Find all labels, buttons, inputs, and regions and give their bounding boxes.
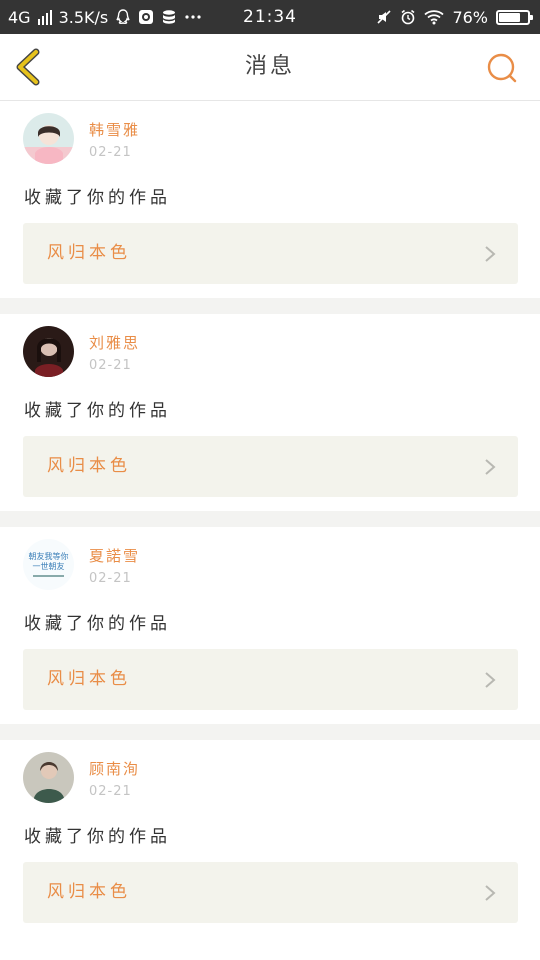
divider <box>0 298 540 314</box>
app-header: 消息 <box>0 34 540 101</box>
list-item: 韩雪雅 02-21 收藏了你的作品 风归本色 <box>0 101 540 298</box>
list-item: 朝友我等你一世朝友 夏諾雪 02-21 收藏了你的作品 风归本色 <box>0 527 540 724</box>
battery-percent: 76% <box>452 7 488 27</box>
message-date: 02-21 <box>89 358 132 373</box>
work-link[interactable]: 风归本色 <box>23 436 518 497</box>
work-link[interactable]: 风归本色 <box>23 649 518 710</box>
list-item: 刘雅思 02-21 收藏了你的作品 风归本色 <box>0 314 540 511</box>
chevron-right-icon <box>485 459 496 475</box>
work-link[interactable]: 风归本色 <box>23 862 518 923</box>
list-item: 顾南洵 02-21 收藏了你的作品 风归本色 <box>0 740 540 937</box>
search-button[interactable] <box>486 52 518 84</box>
wifi-icon <box>424 10 445 25</box>
avatar[interactable]: 朝友我等你一世朝友 <box>23 539 74 590</box>
alarm-icon <box>401 9 415 25</box>
page-title: 消息 <box>244 54 295 79</box>
message-date: 02-21 <box>89 145 132 160</box>
message-action: 收藏了你的作品 <box>24 188 171 208</box>
work-link[interactable]: 风归本色 <box>23 223 518 284</box>
message-action: 收藏了你的作品 <box>24 614 171 634</box>
avatar[interactable] <box>23 113 74 164</box>
battery-level <box>499 12 520 22</box>
message-date: 02-21 <box>89 571 132 586</box>
work-title: 风归本色 <box>47 669 131 689</box>
user-name[interactable]: 韩雪雅 <box>89 119 140 140</box>
divider <box>0 511 540 527</box>
message-action: 收藏了你的作品 <box>24 827 171 847</box>
work-title: 风归本色 <box>47 882 131 902</box>
user-name[interactable]: 顾南洵 <box>89 758 140 779</box>
mute-icon <box>377 10 392 24</box>
battery-icon <box>496 9 533 25</box>
status-bar: 4G 3.5K/s 21:34 76% <box>0 0 540 34</box>
user-name[interactable]: 夏諾雪 <box>89 545 140 566</box>
message-list: 韩雪雅 02-21 收藏了你的作品 风归本色 刘雅思 02-21 收藏了你的作品… <box>0 101 540 937</box>
user-name[interactable]: 刘雅思 <box>89 332 140 353</box>
chevron-right-icon <box>485 246 496 262</box>
work-title: 风归本色 <box>47 243 131 263</box>
message-action: 收藏了你的作品 <box>24 401 171 421</box>
work-title: 风归本色 <box>47 456 131 476</box>
divider <box>0 724 540 740</box>
search-icon <box>487 53 517 83</box>
message-date: 02-21 <box>89 784 132 799</box>
chevron-right-icon <box>485 885 496 901</box>
avatar[interactable] <box>23 326 74 377</box>
avatar[interactable] <box>23 752 74 803</box>
chevron-right-icon <box>485 672 496 688</box>
status-right: 76% <box>376 0 533 34</box>
